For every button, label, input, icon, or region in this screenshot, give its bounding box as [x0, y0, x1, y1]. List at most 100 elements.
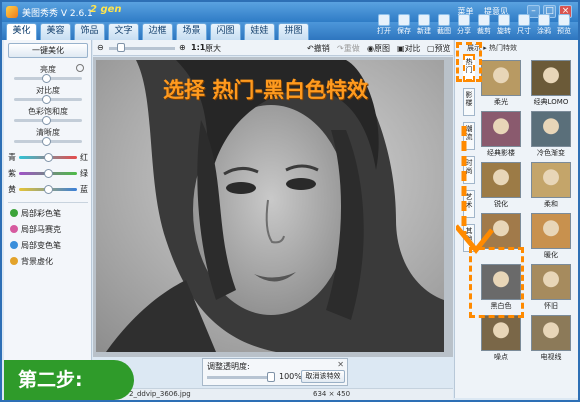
screenshot-button[interactable]: 截图 — [434, 14, 454, 40]
hot-tab-highlight — [456, 42, 482, 82]
opacity-knob[interactable] — [267, 372, 275, 382]
opacity-panel: 调整透明度: ✕ 100% 取消该特效 — [202, 358, 348, 386]
saturation-slider[interactable] — [14, 116, 82, 125]
effect-label: 暖化 — [544, 251, 558, 259]
blur-icon — [10, 257, 18, 265]
zoom-knob[interactable] — [117, 43, 125, 52]
effect-preview — [481, 60, 521, 96]
effect-label: 冷色渐变 — [537, 149, 565, 157]
effect-preview — [531, 111, 571, 147]
app-window: 美图秀秀 V 2.6.1 2 gen 菜单 提意见 – □ × 美化 美容 饰品… — [0, 0, 580, 402]
resize-icon — [518, 14, 530, 26]
rotate-button[interactable]: 旋转 — [494, 14, 514, 40]
zoom-in-icon[interactable]: ⊕ — [179, 43, 186, 52]
slider-knob[interactable] — [43, 169, 53, 178]
top-toolbar: 打开 保存 新建 截图 分享 裁剪 旋转 尺寸 涂鸦 预览 — [374, 14, 574, 40]
effect-preview — [531, 264, 571, 300]
app-title: 美图秀秀 V 2.6.1 — [22, 9, 93, 19]
slider-knob[interactable] — [42, 116, 52, 125]
close-icon[interactable]: ✕ — [337, 360, 344, 369]
slider-knob[interactable] — [42, 95, 52, 104]
doodle-button[interactable]: 涂鸦 — [534, 14, 554, 40]
brightness-slider[interactable] — [14, 74, 82, 83]
effect-thumbnail[interactable]: 冷色渐变 — [529, 111, 573, 158]
purple-green-slider[interactable]: 紫 绿 — [8, 168, 90, 178]
effect-preview — [481, 315, 521, 351]
auto-enhance-button[interactable]: 一键美化 — [8, 43, 88, 58]
tab-beauty[interactable]: 美容 — [40, 23, 71, 40]
step-badge: 第二步: — [4, 360, 134, 400]
effect-thumbnail[interactable]: 暖化 — [529, 213, 573, 260]
cancel-effect-button[interactable]: 取消该特效 — [301, 370, 345, 383]
crop-icon — [478, 14, 490, 26]
zoom-out-icon[interactable]: ⊖ — [97, 43, 104, 52]
effect-preview — [531, 60, 571, 96]
app-logo-icon — [6, 6, 18, 18]
mosaic-icon — [10, 225, 18, 233]
tab-scene[interactable]: 场景 — [176, 23, 207, 40]
tab-frame[interactable]: 边框 — [142, 23, 173, 40]
brush-icon — [10, 209, 18, 217]
effect-label: 柔和 — [544, 200, 558, 208]
tab-collage[interactable]: 拼图 — [278, 23, 309, 40]
preview-toggle[interactable]: ▢预览 — [427, 43, 451, 54]
undo-button[interactable]: ↶撤销 — [307, 43, 330, 54]
tab-beautify[interactable]: 美化 — [6, 23, 37, 40]
effect-preview — [531, 162, 571, 198]
version-badge: 2 gen — [90, 4, 122, 15]
tab-flash[interactable]: 闪图 — [210, 23, 241, 40]
file-name: 2_ddvip_3606.jpg — [129, 390, 191, 398]
slider-knob[interactable] — [43, 153, 53, 162]
effect-preview — [531, 315, 571, 351]
color-brush-icon — [10, 241, 18, 249]
effect-thumbnail[interactable]: 电视线 — [529, 315, 573, 362]
pen-icon — [538, 14, 550, 26]
local-color-brush[interactable]: 局部彩色笔 — [10, 208, 61, 220]
slider-knob[interactable] — [42, 137, 52, 146]
resize-button[interactable]: 尺寸 — [514, 14, 534, 40]
selected-effect-highlight — [469, 247, 524, 318]
redo-button[interactable]: ↷重做 — [337, 43, 360, 54]
contrast-slider[interactable] — [14, 95, 82, 104]
background-blur[interactable]: 背景虚化 — [10, 256, 53, 268]
opacity-title: 调整透明度: — [207, 362, 250, 371]
share-icon — [458, 14, 470, 26]
original-button[interactable]: ◉原图 — [367, 43, 390, 54]
reset-icon[interactable] — [76, 64, 84, 72]
sharpness-slider[interactable] — [14, 137, 82, 146]
divider — [8, 202, 88, 203]
save-icon — [398, 14, 410, 26]
effect-thumbnail[interactable]: 怀旧 — [529, 264, 573, 311]
effect-thumbnail[interactable]: 噪点 — [479, 315, 523, 362]
ratio-label[interactable]: 1:1 — [191, 43, 205, 52]
local-mosaic[interactable]: 局部马赛克 — [10, 224, 61, 236]
status-bar: 2_ddvip_3606.jpg 634 × 450 — [93, 388, 453, 400]
preview-button[interactable]: 预览 — [554, 14, 574, 40]
crop-button[interactable]: 裁剪 — [474, 14, 494, 40]
tab-studio[interactable]: 影楼 — [463, 88, 475, 116]
tab-accessories[interactable]: 饰品 — [74, 23, 105, 40]
compare-button[interactable]: ▣对比 — [397, 43, 421, 54]
tab-text[interactable]: 文字 — [108, 23, 139, 40]
effect-label: 电视线 — [540, 353, 562, 361]
effect-label: 噪点 — [494, 353, 508, 361]
effect-thumbnail[interactable]: 柔和 — [529, 162, 573, 209]
tab-doll[interactable]: 娃娃 — [244, 23, 275, 40]
preview-icon — [558, 14, 570, 26]
slider-knob[interactable] — [42, 74, 52, 83]
actual-size-button[interactable]: 原大 — [205, 43, 221, 54]
opacity-slider[interactable] — [207, 376, 273, 379]
save-button[interactable]: 保存 — [394, 14, 414, 40]
effect-thumbnail[interactable]: 柔光 — [479, 60, 523, 107]
opacity-value: 100% — [279, 372, 302, 381]
share-button[interactable]: 分享 — [454, 14, 474, 40]
slider-knob[interactable] — [43, 185, 53, 194]
local-recolor-brush[interactable]: 局部变色笔 — [10, 240, 61, 252]
open-button[interactable]: 打开 — [374, 14, 394, 40]
yellow-blue-slider[interactable]: 黄 蓝 — [8, 184, 90, 194]
effect-thumbnail[interactable]: 经典LOMO — [529, 60, 573, 107]
rotate-icon — [498, 14, 510, 26]
cyan-red-slider[interactable]: 青 红 — [8, 152, 90, 162]
new-button[interactable]: 新建 — [414, 14, 434, 40]
screenshot-icon — [438, 14, 450, 26]
